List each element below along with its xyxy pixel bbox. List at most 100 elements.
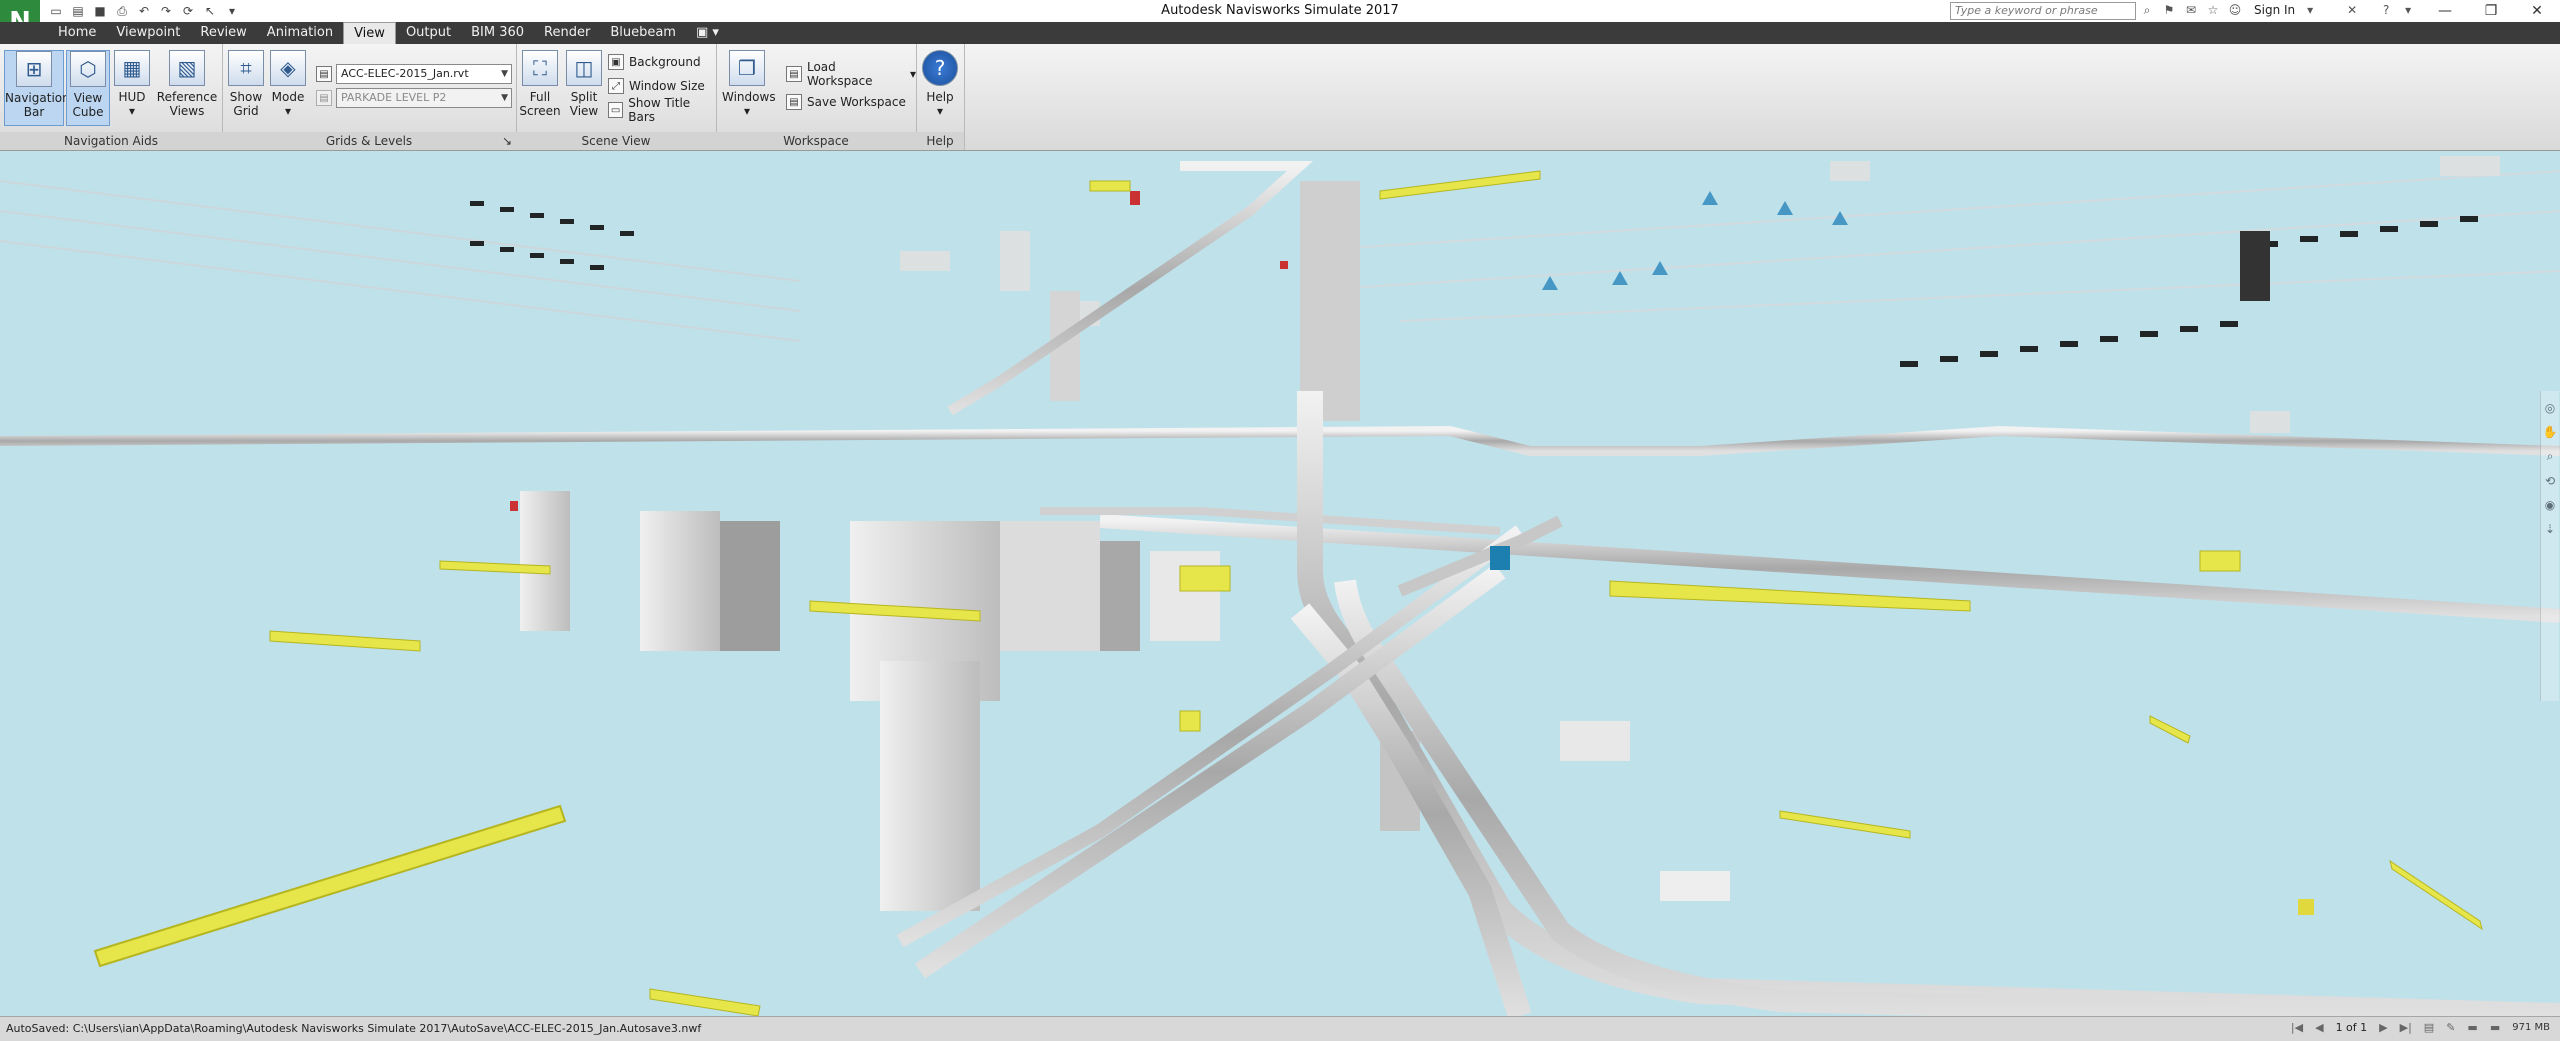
look-icon[interactable]: ◉ xyxy=(2545,498,2555,512)
fullscreen-icon: ⛶ xyxy=(522,50,558,86)
tab-home[interactable]: Home xyxy=(48,22,106,44)
load-workspace-icon: ▤ xyxy=(786,66,802,82)
favorites-icon[interactable]: ☆ xyxy=(2206,3,2220,17)
restore-button[interactable]: ❐ xyxy=(2468,0,2514,22)
tab-animation[interactable]: Animation xyxy=(257,22,343,44)
zoom-icon[interactable]: ⌕ xyxy=(2547,449,2554,464)
disk-icon: ▬ xyxy=(2467,1021,2478,1034)
help-label: Help xyxy=(926,90,954,104)
tab-review[interactable]: Review xyxy=(190,22,256,44)
sheet-browser-icon[interactable]: ▤ xyxy=(2424,1021,2434,1034)
view-cube-button[interactable]: ⬡ View Cube xyxy=(66,50,110,126)
compass-icon: ⊞ xyxy=(16,51,52,87)
tab-viewpoint[interactable]: Viewpoint xyxy=(106,22,190,44)
full-screen-label: Full Screen xyxy=(519,90,561,118)
reference-views-button[interactable]: ▧ Reference Views xyxy=(156,50,218,118)
orbit-icon[interactable]: ⟲ xyxy=(2545,474,2555,488)
panel-help: ? Help ▾ Help xyxy=(916,44,965,150)
undo-icon[interactable]: ↶ xyxy=(136,3,152,19)
view-cube-label: View Cube xyxy=(72,91,104,119)
dropdown-icon[interactable]: ▾ xyxy=(224,3,240,19)
split-view-button[interactable]: ◫ Split View xyxy=(562,50,606,118)
model-icon: ▤ xyxy=(316,66,332,82)
search-input[interactable]: Type a keyword or phrase xyxy=(1950,2,2136,20)
windows-button[interactable]: ❒ Windows ▾ xyxy=(722,50,776,118)
sign-in-link[interactable]: Sign In xyxy=(2254,3,2295,17)
next-sheet-icon[interactable]: ▶ xyxy=(2379,1021,2387,1034)
chevron-down-icon: ▼ xyxy=(501,69,508,79)
redo-icon[interactable]: ↷ xyxy=(158,3,174,19)
show-title-bars-button[interactable]: ▭ Show Title Bars xyxy=(608,96,716,124)
tab-render[interactable]: Render xyxy=(534,22,600,44)
steering-wheel-icon[interactable]: ◎ xyxy=(2545,401,2555,415)
exchange-icon[interactable]: ✕ xyxy=(2345,3,2359,17)
walk-icon[interactable]: ⇣ xyxy=(2545,522,2555,536)
previous-sheet-icon[interactable]: ◀ xyxy=(2315,1021,2323,1034)
subscription-icon[interactable]: ⚑ xyxy=(2162,3,2176,17)
background-button[interactable]: ▣ Background xyxy=(608,52,701,72)
save-workspace-button[interactable]: ▤ Save Workspace xyxy=(786,92,906,112)
show-grid-label: Show Grid xyxy=(229,90,263,118)
status-controls: |◀ ◀ 1 of 1 ▶ ▶| ▤ ✎ ▬ ▬ 971 MB xyxy=(2291,1021,2550,1034)
memory-usage: 971 MB xyxy=(2512,1022,2550,1033)
close-button[interactable]: ✕ xyxy=(2514,0,2560,22)
window-controls: — ❐ ✕ xyxy=(2422,0,2560,22)
chevron-down-icon: ▼ xyxy=(501,93,508,103)
performance-pencil-icon[interactable]: ✎ xyxy=(2446,1021,2455,1034)
autosave-status: AutoSaved: C:\Users\ian\AppData\Roaming\… xyxy=(6,1022,702,1035)
tab-bluebeam[interactable]: Bluebeam xyxy=(600,22,686,44)
minimize-button[interactable]: — xyxy=(2422,0,2468,22)
navigation-bar-button[interactable]: ⊞ Navigation Bar xyxy=(4,50,70,126)
help-small-icon[interactable]: ? xyxy=(2379,3,2393,17)
first-sheet-icon[interactable]: |◀ xyxy=(2291,1021,2303,1034)
quick-access-toolbar: ▭ ▤ ■ ⎙ ↶ ↷ ⟳ ↖ ▾ xyxy=(48,3,240,19)
user-icon[interactable]: ☺ xyxy=(2228,3,2242,17)
blue-equipment xyxy=(1490,546,1510,570)
level-icon: ▤ xyxy=(316,90,332,106)
tab-view[interactable]: View xyxy=(343,22,396,45)
level-select[interactable]: PARKADE LEVEL P2 ▼ xyxy=(336,88,512,108)
tab-output[interactable]: Output xyxy=(396,22,461,44)
panel-title-help: Help xyxy=(916,132,964,150)
window-size-button[interactable]: ⤢ Window Size xyxy=(608,76,705,96)
title-tools: ⌕ ⚑ ✉ ☆ ☺ Sign In ▾ ✕ ? ▾ xyxy=(2140,3,2415,18)
split-view-label: Split View xyxy=(569,90,599,118)
new-file-icon[interactable]: ▭ xyxy=(48,3,64,19)
refresh-icon[interactable]: ⟳ xyxy=(180,3,196,19)
hud-button[interactable]: ▦ HUD ▾ xyxy=(112,50,152,118)
window-size-icon: ⤢ xyxy=(608,78,624,94)
panel-navigation-aids: ⊞ Navigation Bar ⬡ View Cube ▦ HUD ▾ ▧ Re… xyxy=(0,44,223,150)
chevron-down-icon[interactable]: ▾ xyxy=(2303,3,2317,17)
level-value: PARKADE LEVEL P2 xyxy=(341,91,447,104)
show-title-bars-label: Show Title Bars xyxy=(628,96,691,124)
scene-viewport[interactable]: ◎ ✋ ⌕ ⟲ ◉ ⇣ xyxy=(0,151,2560,1016)
open-file-icon[interactable]: ▤ xyxy=(70,3,86,19)
chevron-down-icon[interactable]: ▾ xyxy=(2401,3,2415,17)
save-workspace-icon: ▤ xyxy=(786,94,802,110)
model-scene[interactable] xyxy=(0,151,2560,1016)
last-sheet-icon[interactable]: ▶| xyxy=(2400,1021,2412,1034)
dialog-launcher-icon[interactable]: ↘ xyxy=(502,132,512,150)
help-icon: ? xyxy=(922,50,958,86)
save-icon[interactable]: ■ xyxy=(92,3,108,19)
load-workspace-button[interactable]: ▤ Load Workspace ▾ xyxy=(786,60,916,88)
tab-bim360[interactable]: BIM 360 xyxy=(461,22,534,44)
help-button[interactable]: ? Help ▾ xyxy=(918,50,962,118)
pan-icon[interactable]: ✋ xyxy=(2543,425,2558,439)
mode-label: Mode xyxy=(271,90,305,104)
background-sky xyxy=(0,151,2560,1016)
show-grid-button[interactable]: ⌗ Show Grid xyxy=(224,50,268,118)
communication-icon[interactable]: ✉ xyxy=(2184,3,2198,17)
window-size-label: Window Size xyxy=(629,79,705,93)
select-icon[interactable]: ↖ xyxy=(202,3,218,19)
model-file-select[interactable]: ACC-ELEC-2015_Jan.rvt ▼ xyxy=(336,64,512,84)
ribbon-options-icon[interactable]: ▣ ▾ xyxy=(686,22,729,44)
print-icon[interactable]: ⎙ xyxy=(114,3,130,19)
background-icon: ▣ xyxy=(608,54,624,70)
binoculars-icon[interactable]: ⌕ xyxy=(2140,3,2154,17)
full-screen-button[interactable]: ⛶ Full Screen xyxy=(518,50,562,118)
mode-button[interactable]: ◈ Mode ▾ xyxy=(268,50,308,118)
grids-levels-title-label: Grids & Levels xyxy=(325,134,413,148)
panel-grids-levels: ⌗ Show Grid ◈ Mode ▾ ▤ ACC-ELEC-2015_Jan.… xyxy=(222,44,517,150)
title-bars-icon: ▭ xyxy=(608,102,624,118)
